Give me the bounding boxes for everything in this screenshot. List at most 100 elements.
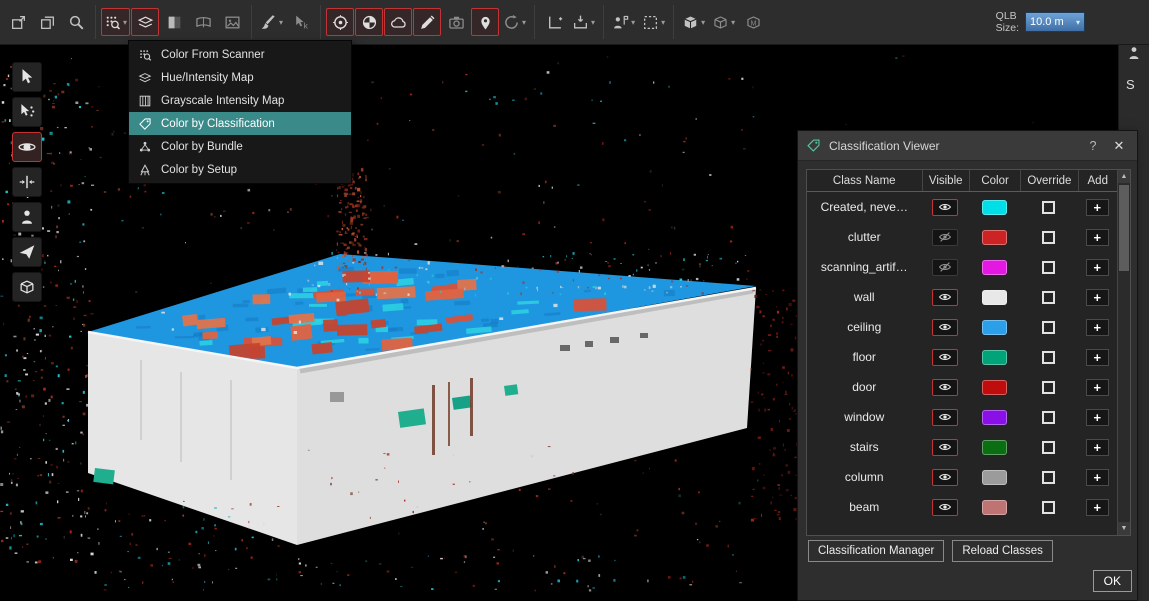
class-color-swatch[interactable] bbox=[982, 470, 1007, 485]
menu-item-color-from-scanner[interactable]: Color From Scanner bbox=[129, 43, 351, 66]
class-color-swatch[interactable] bbox=[982, 230, 1007, 245]
pan-center-button[interactable] bbox=[12, 167, 42, 197]
grayscale-intensity-map-button[interactable] bbox=[160, 8, 188, 36]
rotate-view-button[interactable]: ▾ bbox=[500, 8, 529, 36]
menu-item-grayscale-intensity-map[interactable]: Grayscale Intensity Map bbox=[129, 89, 351, 112]
scan-position-button[interactable] bbox=[326, 8, 354, 36]
override-checkbox[interactable] bbox=[1042, 231, 1055, 244]
panorama-view-button[interactable] bbox=[189, 8, 217, 36]
menu-item-color-by-setup[interactable]: Color by Setup bbox=[129, 158, 351, 181]
menu-item-color-by-classification[interactable]: Color by Classification bbox=[129, 112, 351, 135]
color-from-scanner-button[interactable]: ▾ bbox=[101, 8, 130, 36]
override-checkbox[interactable] bbox=[1042, 351, 1055, 364]
export-view-button[interactable] bbox=[4, 8, 32, 36]
sphere-target-button[interactable] bbox=[355, 8, 383, 36]
reload-classes-button[interactable]: Reload Classes bbox=[952, 540, 1053, 562]
add-class-button[interactable]: + bbox=[1086, 499, 1109, 516]
class-name: door bbox=[807, 380, 922, 394]
visibility-toggle[interactable] bbox=[932, 409, 958, 426]
override-checkbox[interactable] bbox=[1042, 471, 1055, 484]
menu-item-hue-intensity-map[interactable]: Hue/Intensity Map bbox=[129, 66, 351, 89]
chevron-down-icon: ▾ bbox=[279, 18, 283, 27]
class-color-swatch[interactable] bbox=[982, 410, 1007, 425]
class-color-swatch[interactable] bbox=[982, 290, 1007, 305]
selection-area-button[interactable]: ▾ bbox=[639, 8, 668, 36]
class-color-swatch[interactable] bbox=[982, 320, 1007, 335]
visibility-toggle[interactable] bbox=[932, 229, 958, 246]
classification-manager-button[interactable]: Classification Manager bbox=[808, 540, 944, 562]
assistant-icon[interactable] bbox=[1126, 45, 1142, 61]
model-view-button[interactable] bbox=[739, 8, 767, 36]
point-select-button[interactable] bbox=[12, 97, 42, 127]
box-view-button[interactable] bbox=[12, 272, 42, 302]
class-color-swatch[interactable] bbox=[982, 200, 1007, 215]
override-checkbox[interactable] bbox=[1042, 261, 1055, 274]
class-color-swatch[interactable] bbox=[982, 440, 1007, 455]
camera-button[interactable] bbox=[442, 8, 470, 36]
point-cloud-button[interactable] bbox=[384, 8, 412, 36]
hue-intensity-map-button[interactable] bbox=[131, 8, 159, 36]
windows-button[interactable] bbox=[33, 8, 61, 36]
visibility-toggle[interactable] bbox=[932, 439, 958, 456]
class-color-swatch[interactable] bbox=[982, 350, 1007, 365]
menu-item-color-by-bundle[interactable]: Color by Bundle bbox=[129, 135, 351, 158]
brush-tool-button[interactable]: ▾ bbox=[257, 8, 286, 36]
add-class-button[interactable]: + bbox=[1086, 289, 1109, 306]
visibility-toggle[interactable] bbox=[932, 379, 958, 396]
location-pin-button[interactable] bbox=[471, 8, 499, 36]
class-color-swatch[interactable] bbox=[982, 380, 1007, 395]
zoom-button[interactable] bbox=[62, 8, 90, 36]
visibility-toggle[interactable] bbox=[932, 199, 958, 216]
solid-view-button[interactable]: ▾ bbox=[679, 8, 708, 36]
override-checkbox[interactable] bbox=[1042, 381, 1055, 394]
select-button[interactable] bbox=[12, 62, 42, 92]
image-view-button[interactable] bbox=[218, 8, 246, 36]
add-class-button[interactable]: + bbox=[1086, 469, 1109, 486]
chevron-down-icon: ▾ bbox=[522, 18, 526, 27]
drop-box-button[interactable]: ▾ bbox=[569, 8, 598, 36]
visibility-toggle[interactable] bbox=[932, 499, 958, 516]
override-checkbox[interactable] bbox=[1042, 201, 1055, 214]
annotation-button[interactable] bbox=[413, 8, 441, 36]
fly-mode-button[interactable] bbox=[12, 237, 42, 267]
help-button[interactable]: ? bbox=[1085, 139, 1101, 153]
menu-item-label: Hue/Intensity Map bbox=[161, 72, 254, 84]
visibility-toggle[interactable] bbox=[932, 289, 958, 306]
panel-titlebar[interactable]: Classification Viewer ? ✕ bbox=[798, 131, 1137, 161]
table-scrollbar[interactable]: ▲ ▼ bbox=[1117, 170, 1130, 535]
ok-button[interactable]: OK bbox=[1093, 570, 1132, 592]
add-class-button[interactable]: + bbox=[1086, 409, 1109, 426]
surveyor-button[interactable]: ▾ bbox=[609, 8, 638, 36]
add-class-button[interactable]: + bbox=[1086, 199, 1109, 216]
visibility-toggle[interactable] bbox=[932, 469, 958, 486]
add-class-button[interactable]: + bbox=[1086, 349, 1109, 366]
visibility-toggle[interactable] bbox=[932, 319, 958, 336]
add-class-button[interactable]: + bbox=[1086, 229, 1109, 246]
pick-tool-button[interactable] bbox=[287, 8, 315, 36]
add-class-button[interactable]: + bbox=[1086, 439, 1109, 456]
qlb-size-dropdown[interactable]: 10.0 m ▾ bbox=[1025, 12, 1085, 32]
add-coordinate-system-button[interactable] bbox=[540, 8, 568, 36]
override-checkbox[interactable] bbox=[1042, 441, 1055, 454]
visibility-toggle[interactable] bbox=[932, 259, 958, 276]
add-class-button[interactable]: + bbox=[1086, 259, 1109, 276]
add-class-button[interactable]: + bbox=[1086, 319, 1109, 336]
walk-mode-button[interactable] bbox=[12, 202, 42, 232]
visibility-toggle[interactable] bbox=[932, 349, 958, 366]
scroll-down-icon[interactable]: ▼ bbox=[1118, 522, 1130, 535]
override-checkbox[interactable] bbox=[1042, 321, 1055, 334]
wireframe-view-button[interactable]: ▾ bbox=[709, 8, 738, 36]
class-color-swatch[interactable] bbox=[982, 500, 1007, 515]
toolbar-separator bbox=[603, 5, 604, 39]
orbit-button[interactable] bbox=[12, 132, 42, 162]
override-checkbox[interactable] bbox=[1042, 291, 1055, 304]
class-name: ceiling bbox=[807, 320, 922, 334]
scroll-up-icon[interactable]: ▲ bbox=[1118, 170, 1130, 183]
override-checkbox[interactable] bbox=[1042, 501, 1055, 514]
add-class-button[interactable]: + bbox=[1086, 379, 1109, 396]
class-color-swatch[interactable] bbox=[982, 260, 1007, 275]
class-row: scanning_artif…+ bbox=[807, 252, 1117, 282]
override-checkbox[interactable] bbox=[1042, 411, 1055, 424]
scrollbar-thumb[interactable] bbox=[1119, 185, 1129, 271]
close-icon[interactable]: ✕ bbox=[1109, 138, 1129, 154]
